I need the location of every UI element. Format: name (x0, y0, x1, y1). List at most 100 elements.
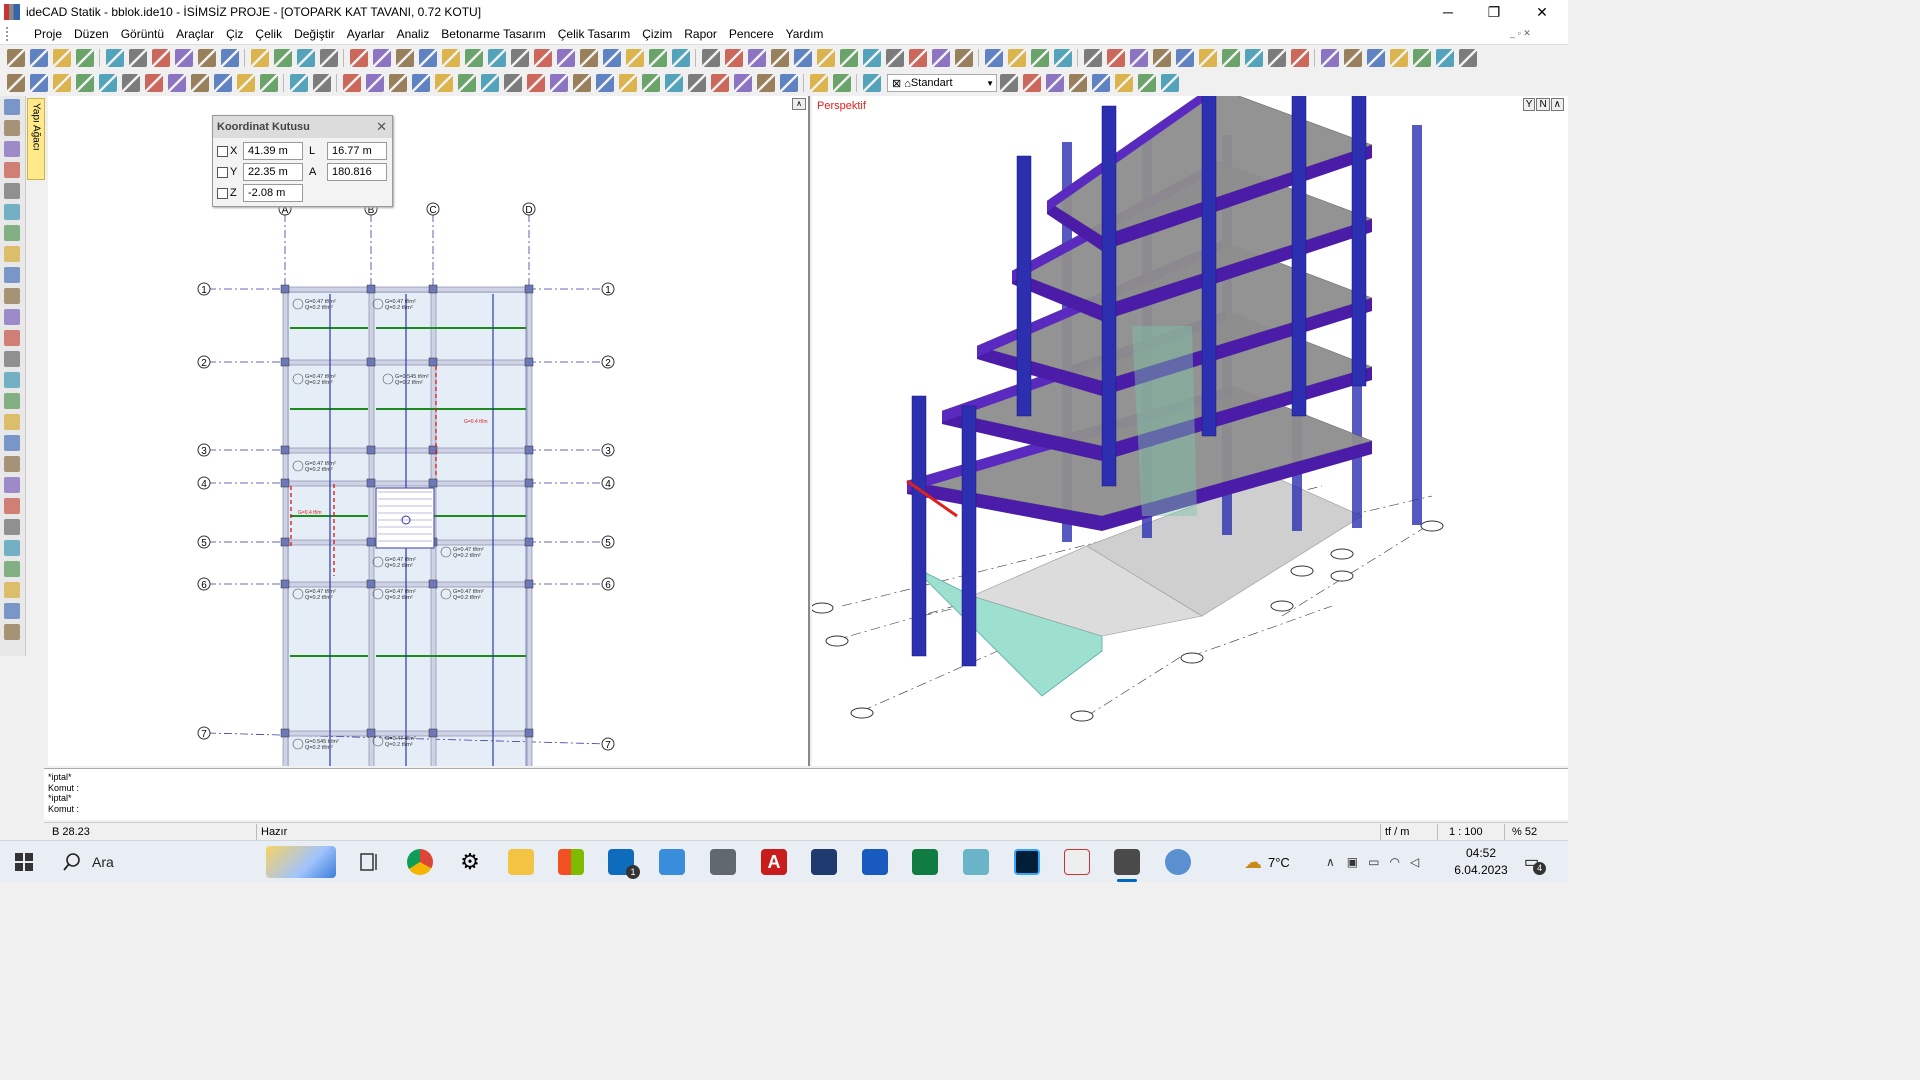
plan-drawing[interactable]: A B C D1 12 23 34 45 56 677G=0.47 tf/m²Q=0.2 tf/m… (48, 96, 810, 766)
toolbar-tool-icon[interactable] (1366, 49, 1385, 67)
toolbar-tool-icon[interactable] (1435, 49, 1454, 67)
column[interactable] (366, 445, 376, 455)
toolbar-tool-icon[interactable] (197, 49, 216, 67)
command-area[interactable]: *iptal* Komut : *iptal* Komut : (44, 768, 1568, 820)
menu-degistir[interactable]: Değiştir (288, 27, 341, 41)
side-tool-icon[interactable] (4, 330, 20, 346)
menu-betonarme-tasarim[interactable]: Betonarme Tasarım (435, 27, 552, 41)
side-tool-icon[interactable] (4, 477, 20, 493)
toolbar-tool-icon[interactable] (312, 74, 331, 92)
toolbar-tool-icon[interactable] (434, 74, 453, 92)
toolbar-tool-icon[interactable] (1114, 74, 1133, 92)
side-tool-icon[interactable] (4, 141, 20, 157)
y-field[interactable]: 22.35 m (243, 163, 303, 181)
menu-pencere[interactable]: Pencere (723, 27, 780, 41)
battery-icon[interactable]: ▭ (1368, 855, 1379, 869)
z-field[interactable]: -2.08 m (243, 184, 303, 202)
toolbar-tool-icon[interactable] (984, 49, 1003, 67)
app-icon-blue[interactable] (811, 849, 837, 875)
toolbar-tool-icon[interactable] (1068, 74, 1087, 92)
restore-button[interactable]: ❐ (1470, 0, 1518, 24)
app-icon-doc[interactable] (1064, 849, 1090, 875)
side-tool-icon[interactable] (4, 309, 20, 325)
stair[interactable] (375, 487, 435, 549)
column[interactable] (524, 579, 534, 589)
toolbar-tool-icon[interactable] (503, 74, 522, 92)
side-tool-icon[interactable] (4, 414, 20, 430)
minimize-button[interactable]: ─ (1424, 0, 1472, 24)
toolbar-tool-icon[interactable] (1053, 49, 1072, 67)
toolbar-tool-icon[interactable] (510, 49, 529, 67)
side-tool-icon[interactable] (4, 183, 20, 199)
chevron-down-icon[interactable]: ▼ (986, 79, 994, 88)
column[interactable] (280, 284, 290, 294)
idecad-icon[interactable] (1114, 849, 1140, 882)
toolbar-tool-icon[interactable] (1244, 49, 1263, 67)
y-lock-checkbox[interactable] (217, 166, 228, 178)
column[interactable] (280, 579, 290, 589)
menu-cizim[interactable]: Çizim (636, 27, 678, 41)
toolbar-tool-icon[interactable] (6, 74, 25, 92)
column[interactable] (366, 284, 376, 294)
column[interactable] (280, 445, 290, 455)
column[interactable] (524, 445, 534, 455)
column[interactable] (1291, 96, 1307, 417)
toolbar-tool-icon[interactable] (549, 74, 568, 92)
side-tool-icon[interactable] (4, 393, 20, 409)
toolbar-tool-icon[interactable] (770, 49, 789, 67)
beam[interactable] (284, 286, 530, 293)
toolbar-tool-icon[interactable] (190, 74, 209, 92)
side-tool-icon[interactable] (4, 120, 20, 136)
toolbar-tool-icon[interactable] (1160, 74, 1179, 92)
toolbar-tool-icon[interactable] (954, 49, 973, 67)
task-view-icon[interactable] (356, 849, 382, 875)
column[interactable] (280, 357, 290, 367)
toolbar-tool-icon[interactable] (1267, 49, 1286, 67)
perspective-view[interactable]: Perspektif Y N ∧ (812, 96, 1568, 766)
side-tool-icon[interactable] (4, 225, 20, 241)
toolbar-tool-icon[interactable] (908, 49, 927, 67)
column[interactable] (1201, 96, 1217, 437)
toolbar-tool-icon[interactable] (648, 49, 667, 67)
toolbar-tool-icon[interactable] (641, 74, 660, 92)
toolbar-tool-icon[interactable] (464, 49, 483, 67)
volume-icon[interactable]: ◁ (1410, 855, 1419, 869)
toolbar-tool-icon[interactable] (289, 74, 308, 92)
toolbar-tool-icon[interactable] (441, 49, 460, 67)
column[interactable] (428, 357, 438, 367)
toolbar-tool-icon[interactable] (6, 49, 25, 67)
l-field[interactable]: 16.77 m (327, 142, 387, 160)
toolbar-tool-icon[interactable] (296, 49, 315, 67)
column[interactable] (366, 478, 376, 488)
toolbar-tool-icon[interactable] (342, 74, 361, 92)
toolbar-tool-icon[interactable] (1045, 74, 1064, 92)
mdi-controls[interactable]: _ ▫ ✕ (1510, 28, 1531, 39)
a-field[interactable]: 180.816 (327, 163, 387, 181)
column[interactable] (961, 405, 977, 667)
side-tool-icon[interactable] (4, 372, 20, 388)
side-tool-icon[interactable] (4, 540, 20, 556)
side-tool-icon[interactable] (4, 456, 20, 472)
side-tool-icon[interactable] (4, 561, 20, 577)
word-icon[interactable] (862, 849, 888, 875)
menu-ciz[interactable]: Çiz (220, 27, 249, 41)
toolbar-tool-icon[interactable] (618, 74, 637, 92)
x-field[interactable]: 41.39 m (243, 142, 303, 160)
calculator-icon[interactable] (710, 849, 736, 875)
side-tool-icon[interactable] (4, 624, 20, 640)
column[interactable] (524, 284, 534, 294)
coordinate-box-close-icon[interactable]: ✕ (376, 119, 387, 135)
x-lock-checkbox[interactable] (217, 145, 228, 157)
view-button-n[interactable]: N (1536, 98, 1550, 111)
toolbar-tool-icon[interactable] (1221, 49, 1240, 67)
close-button[interactable]: ✕ (1518, 0, 1566, 24)
toolbar-tool-icon[interactable] (1175, 49, 1194, 67)
toolbar-tool-icon[interactable] (779, 74, 798, 92)
toolbar-tool-icon[interactable] (862, 74, 881, 92)
toolbar-tool-icon[interactable] (1129, 49, 1148, 67)
toolbar-tool-icon[interactable] (411, 74, 430, 92)
toolbar-tool-icon[interactable] (724, 49, 743, 67)
toolbar-tool-icon[interactable] (121, 74, 140, 92)
toolbar-tool-icon[interactable] (1030, 49, 1049, 67)
menu-proje[interactable]: Proje (28, 27, 68, 41)
